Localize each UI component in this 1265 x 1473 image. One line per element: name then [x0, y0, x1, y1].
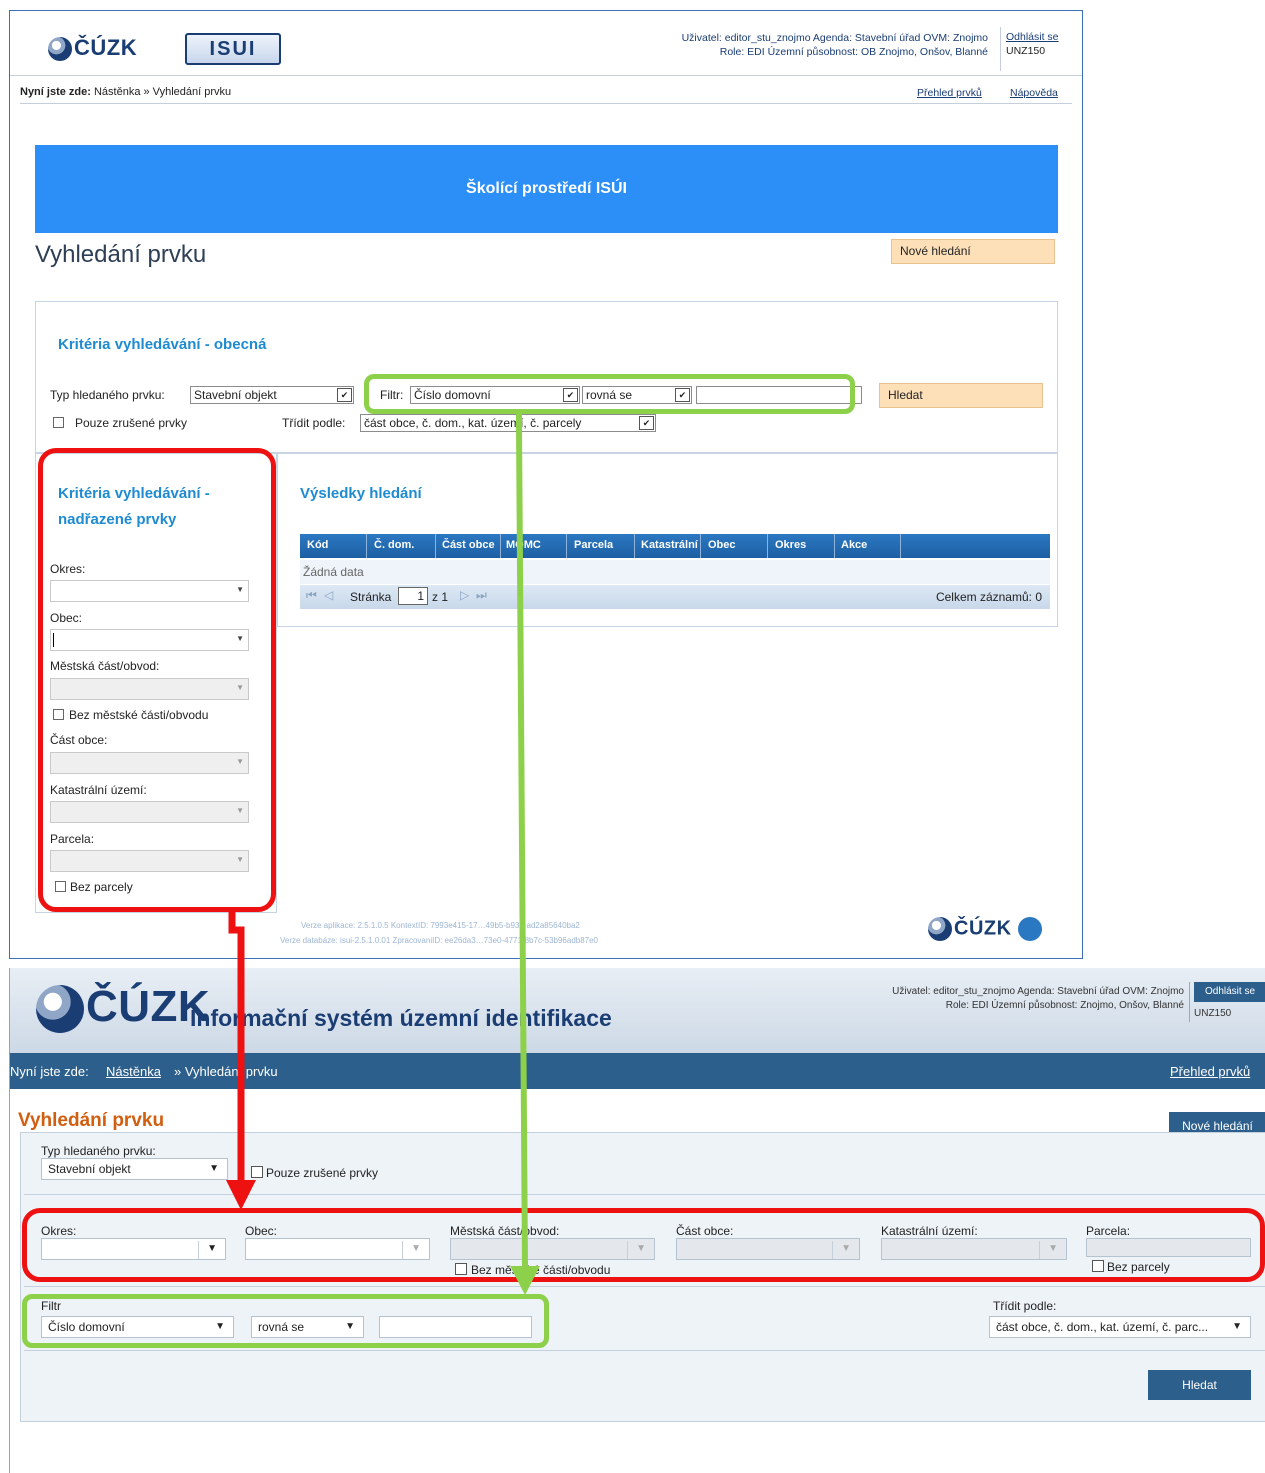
- green-arrow: [510, 414, 540, 1295]
- annotation-arrows: [226, 414, 540, 1295]
- red-arrow: [226, 912, 256, 1210]
